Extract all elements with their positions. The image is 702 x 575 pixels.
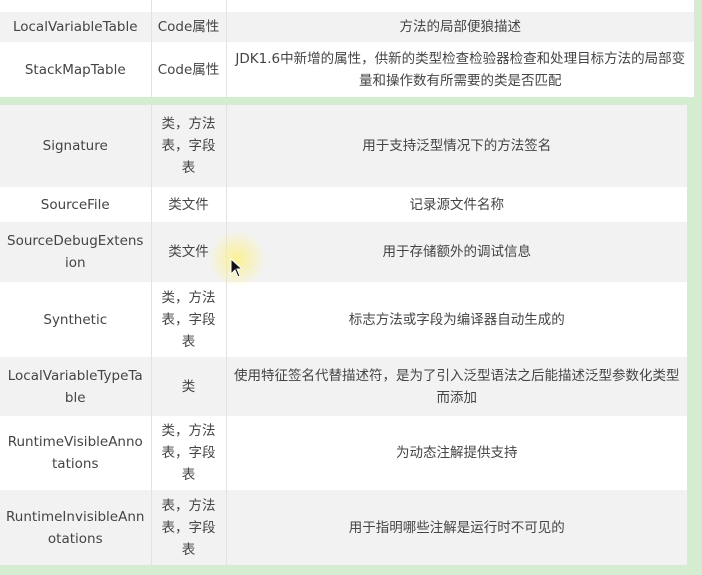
attribute-table-top: LocalVariableTable Code属性 方法的局部便狼描述 StackM…: [0, 0, 695, 97]
attr-desc: 用于存储额外的调试信息: [226, 222, 688, 282]
attr-scope: 类文件: [151, 187, 227, 222]
attr-desc: [226, 0, 695, 12]
attr-desc: 为动态注解提供支持: [226, 416, 688, 490]
attr-scope: 类，方法表，字段表: [151, 416, 227, 490]
attr-scope: 类，方法表，字段表: [151, 282, 227, 357]
attr-name: Synthetic: [0, 282, 152, 357]
attribute-table-bottom: Signature 类，方法表，字段表 用于支持泛型情况下的方法签名 SourceF…: [0, 105, 688, 565]
attr-name: LocalVariableTable: [0, 12, 152, 42]
table-row: SourceDebugExtension 类文件 用于存储额外的调试信息: [0, 222, 688, 282]
attr-name: SourceFile: [0, 187, 152, 222]
attr-desc: 使用特征签名代替描述符，是为了引入泛型语法之后能描述泛型参数化类型而添加: [226, 357, 688, 416]
table-row: Synthetic 类，方法表，字段表 标志方法或字段为编译器自动生成的: [0, 282, 688, 357]
attr-desc: JDK1.6中新增的属性，供新的类型检查检验器检查和处理目标方法的局部变量和操作…: [226, 42, 695, 97]
table-row: RuntimeInvisibleAnnotations 表，方法表，字段表 用于指明…: [0, 490, 688, 565]
attr-scope: 类: [151, 357, 227, 416]
attr-desc: 用于支持泛型情况下的方法签名: [226, 105, 688, 187]
attr-name: StackMapTable: [0, 42, 152, 97]
attr-name: SourceDebugExtension: [0, 222, 152, 282]
attr-desc: 用于指明哪些注解是运行时不可见的: [226, 490, 688, 565]
attr-scope: Code属性: [151, 12, 227, 42]
table-row: SourceFile 类文件 记录源文件名称: [0, 187, 688, 222]
table-row: RuntimeVisibleAnnotations 类，方法表，字段表 为动态注解提…: [0, 416, 688, 490]
attr-desc: 记录源文件名称: [226, 187, 688, 222]
attr-scope: Code属性: [151, 42, 227, 97]
attr-desc: 标志方法或字段为编译器自动生成的: [226, 282, 688, 357]
attr-name: RuntimeVisibleAnnotations: [0, 416, 152, 490]
table-row: StackMapTable Code属性 JDK1.6中新增的属性，供新的类型检查检…: [0, 42, 695, 97]
attr-name: [0, 0, 152, 12]
mouse-cursor-icon: [230, 258, 244, 278]
table-row: [0, 0, 695, 12]
attr-name: LocalVariableTypeTable: [0, 357, 152, 416]
table-row: LocalVariableTypeTable 类使用特征签名代替描述符，是为了引入…: [0, 357, 688, 416]
table-row: Signature 类，方法表，字段表 用于支持泛型情况下的方法签名: [0, 105, 688, 187]
attr-scope: 类，方法表，字段表: [151, 105, 227, 187]
table-row: LocalVariableTable Code属性 方法的局部便狼描述: [0, 12, 695, 42]
attr-desc: 方法的局部便狼描述: [226, 12, 695, 42]
attr-name: Signature: [0, 105, 152, 187]
attr-scope: 表，方法表，字段表: [151, 490, 227, 565]
attr-scope: [151, 0, 227, 12]
attr-name: RuntimeInvisibleAnnotations: [0, 490, 152, 565]
